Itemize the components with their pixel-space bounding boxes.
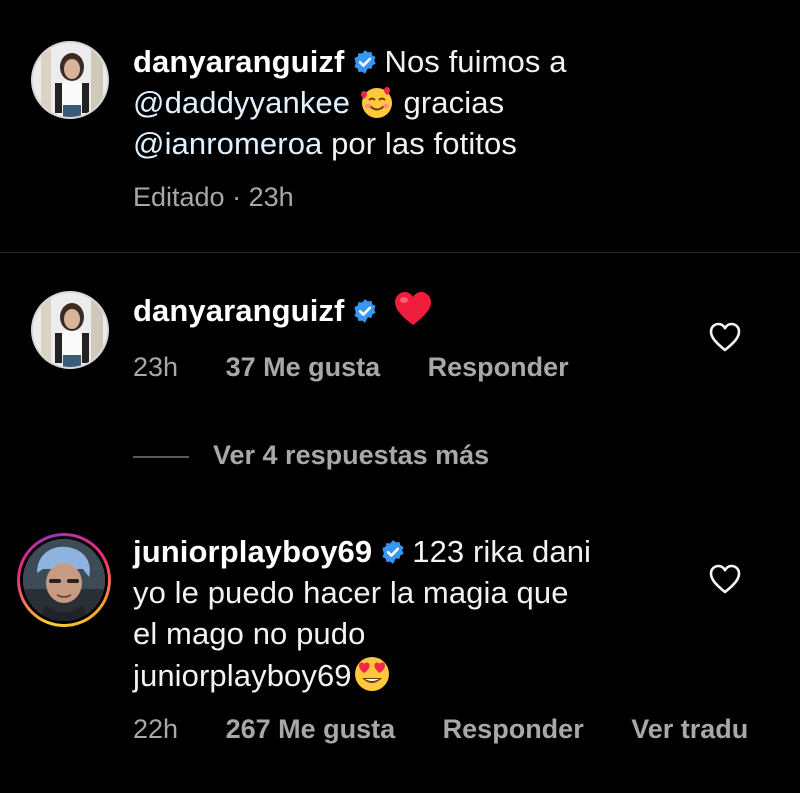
avatar [20,536,108,624]
caption-username[interactable]: danyaranguizf [133,44,344,79]
comment-time: 22h [133,714,179,744]
comment-likes[interactable]: 37 Me gusta [226,352,381,383]
caption-text-before: Nos fuimos a [384,44,567,79]
avatar[interactable] [31,291,109,369]
comment-text: danyaranguizf [133,290,673,331]
comment-time: 23h [133,352,179,382]
verified-badge-icon [382,540,404,564]
comment-line-4: juniorplayboy69 [133,658,352,693]
comment-text: juniorplayboy69 123 rika dani yo le puedo… [133,531,693,696]
verified-badge-icon [354,50,377,74]
profile-photo [33,43,107,117]
heart-eyes-icon [354,657,389,691]
avatar-story-ring[interactable] [17,533,111,627]
comment-meta: 23h 37 Me gusta Responder [133,352,569,383]
reply-button[interactable]: Responder [428,352,569,383]
see-translation-button[interactable]: Ver tradu [631,714,748,745]
caption-text-middle: gracias [403,85,505,120]
caption-text: danyaranguizf Nos fuimos a @daddyyankee g… [133,41,733,164]
comment-line-3: el mago no pudo [133,616,366,651]
like-heart-icon[interactable] [708,563,742,595]
comment-username[interactable]: danyaranguizf [133,293,344,328]
post-caption: danyaranguizf Nos fuimos a @daddyyankee g… [0,0,800,253]
mention-ianromeroa[interactable]: @ianromeroa [133,126,322,161]
view-more-replies-label[interactable]: Ver 4 respuestas más [213,440,489,470]
comment-username[interactable]: juniorplayboy69 [133,534,372,569]
caption-meta: Editado · 23h [133,182,294,213]
replies-divider [133,455,189,458]
comment-meta: 22h 267 Me gusta Responder Ver tradu [133,714,748,745]
comment-line-1: 123 rika dani [412,534,592,569]
comment-line-2: yo le puedo hacer la magia que [133,575,569,610]
verified-badge-icon [354,299,377,323]
smiling-face-with-hearts-icon [360,87,392,118]
profile-photo [23,539,105,621]
comment-likes[interactable]: 267 Me gusta [226,714,396,745]
red-heart-icon [395,292,432,325]
like-heart-icon[interactable] [708,321,742,353]
mention-daddyyankee[interactable]: @daddyyankee [133,85,350,120]
avatar[interactable] [31,41,109,119]
reply-button[interactable]: Responder [443,714,584,745]
profile-photo [33,293,107,367]
caption-text-after: por las fotitos [331,126,517,161]
view-more-replies[interactable]: Ver 4 respuestas más [133,440,489,471]
caption-meta-text: Editado · 23h [133,182,294,212]
